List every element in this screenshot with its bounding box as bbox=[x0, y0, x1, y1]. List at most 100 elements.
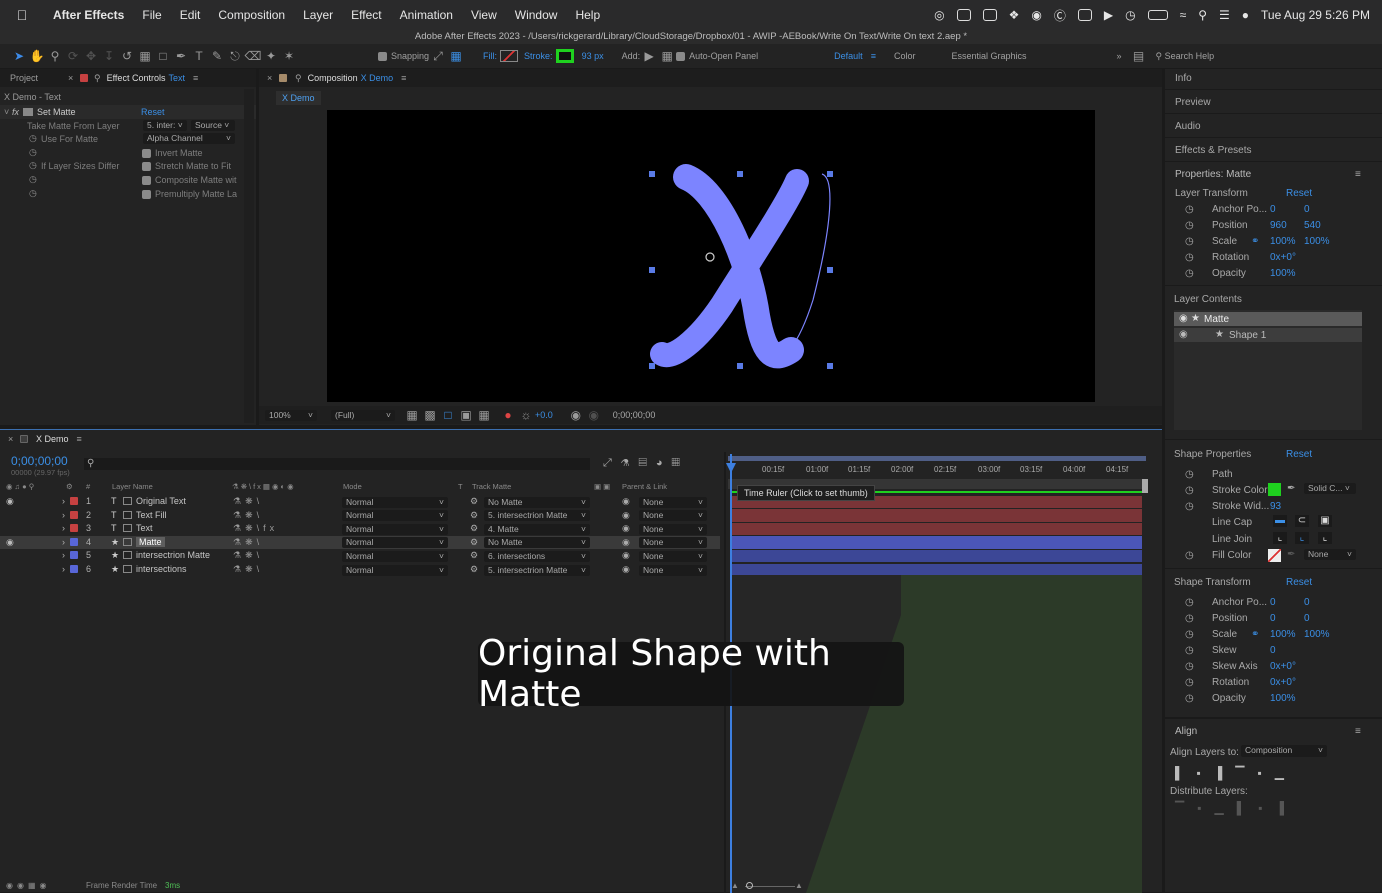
blend-mode-dropdown[interactable]: Normal ˅ bbox=[342, 496, 448, 508]
pickwhip-icon[interactable]: ◉ bbox=[622, 550, 630, 561]
parent-dropdown[interactable]: None ˅ bbox=[639, 523, 707, 535]
tab-effect-controls[interactable]: Effect Controls bbox=[107, 73, 166, 83]
eye-icon[interactable]: ◉ bbox=[6, 537, 14, 548]
layer-name[interactable]: Matte bbox=[136, 536, 165, 547]
puppet-pin-tool-icon[interactable]: ✶ bbox=[280, 47, 298, 65]
stopwatch-icon[interactable]: ◷ bbox=[1185, 661, 1194, 672]
bounding-handle[interactable] bbox=[649, 267, 655, 273]
type-tool-icon[interactable]: T bbox=[190, 47, 208, 65]
play-icon[interactable]: ▶ bbox=[1104, 8, 1113, 22]
rotate-tool-icon[interactable]: ↺ bbox=[118, 47, 136, 65]
orbit-tool-icon[interactable]: ⟳ bbox=[64, 47, 82, 65]
layer-name[interactable]: Original Text bbox=[136, 496, 186, 506]
composite-matte-checkbox[interactable]: Composite Matte wit bbox=[142, 175, 237, 185]
panel-menu-icon[interactable]: ≡ bbox=[1355, 726, 1361, 737]
close-tab-icon[interactable]: × bbox=[0, 434, 20, 444]
parent-dropdown[interactable]: None ˅ bbox=[639, 550, 707, 562]
close-tab-icon[interactable]: × bbox=[259, 73, 279, 83]
app-status-icon[interactable] bbox=[982, 9, 997, 21]
pan-behind-tool-icon[interactable]: ▦ bbox=[136, 47, 154, 65]
effect-reset-link[interactable]: Reset bbox=[141, 107, 165, 117]
tab-project[interactable]: Project bbox=[0, 73, 68, 83]
screen-record-icon[interactable] bbox=[956, 9, 971, 21]
opacity-value[interactable]: 100% bbox=[1270, 268, 1296, 279]
effect-header-row[interactable]: ˅ fx Set Matte Reset bbox=[0, 105, 256, 119]
clone-stamp-tool-icon[interactable]: ⎋ bbox=[226, 47, 244, 65]
workspace-default[interactable]: Default bbox=[834, 51, 863, 61]
layer-row[interactable]: ◉ › 1 T Original Text ⚗❋\ Normal ˅ ⚙ No Matte ˅ ◉ No… bbox=[0, 495, 720, 509]
snapping-toggle[interactable]: Snapping bbox=[378, 51, 429, 62]
parent-dropdown[interactable]: None ˅ bbox=[639, 510, 707, 522]
miter-join-icon[interactable]: ⌞ bbox=[1273, 532, 1287, 544]
layer-name[interactable]: intersectrion Matte bbox=[136, 550, 210, 560]
bounding-handle[interactable] bbox=[649, 171, 655, 177]
display-icon[interactable] bbox=[1077, 9, 1092, 21]
comp-flowchart-tab[interactable]: X Demo bbox=[276, 91, 321, 105]
bounding-handle[interactable] bbox=[649, 363, 655, 369]
blend-mode-dropdown[interactable]: Normal ˅ bbox=[342, 523, 448, 535]
layer-switches[interactable]: ⚗❋\fx bbox=[233, 523, 278, 534]
shape-anchor-y[interactable]: 0 bbox=[1304, 597, 1310, 608]
snap-edges-icon[interactable]: ⤢ bbox=[429, 47, 447, 65]
fill-color-swatch[interactable] bbox=[1268, 549, 1281, 562]
layer-name[interactable]: Text Fill bbox=[136, 510, 167, 520]
stopwatch-icon[interactable]: ◷ bbox=[29, 188, 37, 199]
menu-composition[interactable]: Composition bbox=[209, 8, 294, 22]
layer-row[interactable]: › 2 T Text Fill ⚗❋\ Normal ˅ ⚙ 5. intersectrion … bbox=[0, 509, 720, 523]
matte-link-icon[interactable]: ⚙ bbox=[470, 523, 478, 534]
eyedropper-icon[interactable]: ✒ bbox=[1287, 549, 1295, 560]
tab-timeline[interactable]: X Demo bbox=[36, 434, 69, 444]
stopwatch-icon[interactable]: ◷ bbox=[1185, 629, 1194, 640]
layer-switches[interactable]: ⚗❋\ bbox=[233, 496, 263, 507]
track-matte-dropdown[interactable]: No Matte ˅ bbox=[484, 496, 590, 508]
bevel-join-icon[interactable]: ⌞ bbox=[1318, 532, 1332, 544]
anchor-x-value[interactable]: 0 bbox=[1270, 204, 1276, 215]
exposure-value[interactable]: +0.0 bbox=[535, 410, 553, 420]
tab-composition[interactable]: Composition bbox=[308, 73, 358, 83]
track-matte-dropdown[interactable]: 6. intersections ˅ bbox=[484, 550, 590, 562]
anchor-y-value[interactable]: 0 bbox=[1304, 204, 1310, 215]
parent-dropdown[interactable]: None ˅ bbox=[639, 537, 707, 549]
menu-animation[interactable]: Animation bbox=[391, 8, 462, 22]
pickwhip-icon[interactable]: ◉ bbox=[622, 496, 630, 507]
stopwatch-icon[interactable]: ◷ bbox=[1185, 268, 1194, 279]
zoom-out-icon[interactable]: ▲ bbox=[731, 881, 739, 890]
timeline-switches[interactable]: ⤢⚗▤◕▦ bbox=[603, 457, 689, 470]
expand-chevron-icon[interactable]: › bbox=[62, 523, 65, 533]
parent-dropdown[interactable]: None ˅ bbox=[639, 496, 707, 508]
panel-menu-icon[interactable]: ≡ bbox=[1355, 169, 1361, 180]
contents-item-matte[interactable]: ◉ ★ Matte bbox=[1174, 312, 1362, 326]
lock-icon[interactable]: ⚲ bbox=[94, 73, 101, 84]
layer-switches[interactable]: ⚗❋\ bbox=[233, 550, 263, 561]
eye-icon[interactable]: ◉ bbox=[1179, 329, 1188, 340]
eye-icon[interactable]: ◉ bbox=[1179, 313, 1188, 324]
viewer-timecode[interactable]: 0;00;00;00 bbox=[613, 410, 656, 420]
stroke-width-value[interactable]: 93 bbox=[1270, 501, 1281, 512]
shape-scale-y[interactable]: 100% bbox=[1304, 629, 1330, 640]
layer-name[interactable]: Text bbox=[136, 523, 153, 533]
stopwatch-icon[interactable]: ◷ bbox=[1185, 501, 1194, 512]
grid-guides-icon[interactable]: ▦ bbox=[475, 406, 493, 424]
use-for-matte-dropdown[interactable]: Alpha Channel ˅ bbox=[143, 133, 235, 145]
layer-label-swatch[interactable] bbox=[70, 497, 78, 505]
fx-icon[interactable]: fx bbox=[12, 107, 19, 117]
pickwhip-icon[interactable]: ◉ bbox=[622, 537, 630, 548]
take-matte-dropdown[interactable]: 5. inter: ˅ bbox=[143, 120, 187, 132]
menu-view[interactable]: View bbox=[462, 8, 506, 22]
layer-row[interactable]: › 6 ★ intersections ⚗❋\ Normal ˅ ⚙ 5. intersectr… bbox=[0, 563, 720, 577]
panel-menu-icon[interactable]: ≡ bbox=[77, 434, 82, 444]
blend-mode-dropdown[interactable]: Normal ˅ bbox=[342, 564, 448, 576]
pickwhip-icon[interactable]: ◉ bbox=[622, 564, 630, 575]
blend-mode-dropdown[interactable]: Normal ˅ bbox=[342, 537, 448, 549]
matte-link-icon[interactable]: ⚙ bbox=[470, 564, 478, 575]
workspace-overflow-icon[interactable]: » bbox=[1117, 51, 1122, 61]
selection-tool-icon[interactable]: ➤ bbox=[10, 47, 28, 65]
position-y-value[interactable]: 540 bbox=[1304, 220, 1321, 231]
tab-info[interactable]: Info bbox=[1175, 73, 1192, 84]
stroke-color-swatch[interactable] bbox=[1268, 483, 1281, 496]
stopwatch-icon[interactable]: ◷ bbox=[1185, 485, 1194, 496]
layer-duration-bar[interactable] bbox=[731, 509, 1142, 522]
layer-switches[interactable]: ⚗❋\ bbox=[233, 510, 263, 521]
stopwatch-icon[interactable]: ◷ bbox=[1185, 220, 1194, 231]
menu-file[interactable]: File bbox=[133, 8, 170, 22]
